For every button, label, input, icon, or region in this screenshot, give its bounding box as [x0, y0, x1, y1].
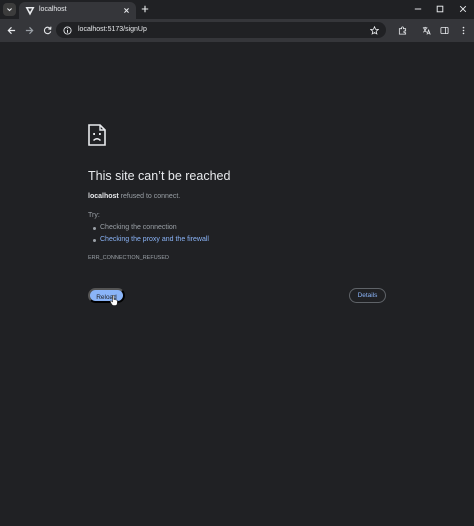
- error-code: ERR_CONNECTION_REFUSED: [88, 255, 169, 261]
- plus-icon: [141, 5, 149, 13]
- bookmark-button[interactable]: [368, 24, 380, 36]
- maximize-button[interactable]: [433, 3, 447, 15]
- menu-button[interactable]: [456, 23, 470, 37]
- refresh-icon: [43, 26, 51, 34]
- address-bar[interactable]: localhost:5173/signUp: [56, 22, 386, 38]
- translate-button[interactable]: [419, 23, 433, 37]
- error-description: localhost refused to connect.: [88, 192, 180, 201]
- back-button[interactable]: [4, 23, 18, 37]
- vite-favicon-icon: [25, 7, 35, 16]
- reload-button[interactable]: Reload: [88, 288, 125, 303]
- forward-button[interactable]: [22, 23, 36, 37]
- sad-page-icon: [88, 124, 106, 146]
- suggestion-check-proxy-link[interactable]: Checking the proxy and the firewall: [93, 234, 209, 246]
- try-label: Try:: [88, 212, 100, 219]
- side-panel-button[interactable]: [437, 23, 451, 37]
- error-headline: This site can’t be reached: [88, 169, 231, 183]
- close-icon: [459, 5, 467, 13]
- error-message: refused to connect.: [118, 193, 181, 200]
- tab-search-button[interactable]: [3, 3, 16, 16]
- chevron-down-icon: [7, 8, 12, 12]
- close-icon: [124, 8, 129, 13]
- tab-title: localhost: [39, 6, 67, 13]
- error-host: localhost: [88, 193, 119, 200]
- suggestion-list: Checking the connection Checking the pro…: [93, 222, 209, 246]
- arrow-left-icon: [7, 26, 15, 34]
- more-vertical-icon: [462, 26, 464, 34]
- reload-toolbar-button[interactable]: [40, 23, 54, 37]
- mouse-pointer-icon: [110, 295, 118, 306]
- browser-tab[interactable]: localhost: [19, 2, 136, 19]
- site-info-button[interactable]: [61, 24, 73, 36]
- puzzle-icon: [398, 25, 406, 35]
- suggestion-check-connection: Checking the connection: [93, 222, 209, 234]
- side-panel-icon: [439, 26, 449, 34]
- error-page: This site can’t be reached localhost ref…: [0, 42, 474, 526]
- close-window-button[interactable]: [456, 3, 470, 15]
- tab-close-button[interactable]: [122, 6, 131, 15]
- url-text[interactable]: localhost:5173/signUp: [78, 25, 147, 35]
- tab-strip: localhost: [0, 0, 474, 19]
- details-button[interactable]: Details: [349, 288, 386, 303]
- info-icon: [62, 25, 72, 35]
- star-icon: [369, 25, 379, 35]
- maximize-icon: [436, 5, 444, 13]
- new-tab-button[interactable]: [139, 3, 151, 15]
- minimize-icon: [414, 8, 422, 10]
- extensions-button[interactable]: [395, 23, 409, 37]
- minimize-button[interactable]: [411, 3, 425, 15]
- arrow-right-icon: [25, 26, 33, 34]
- browser-toolbar: localhost:5173/signUp: [0, 19, 474, 42]
- translate-icon: [422, 26, 431, 35]
